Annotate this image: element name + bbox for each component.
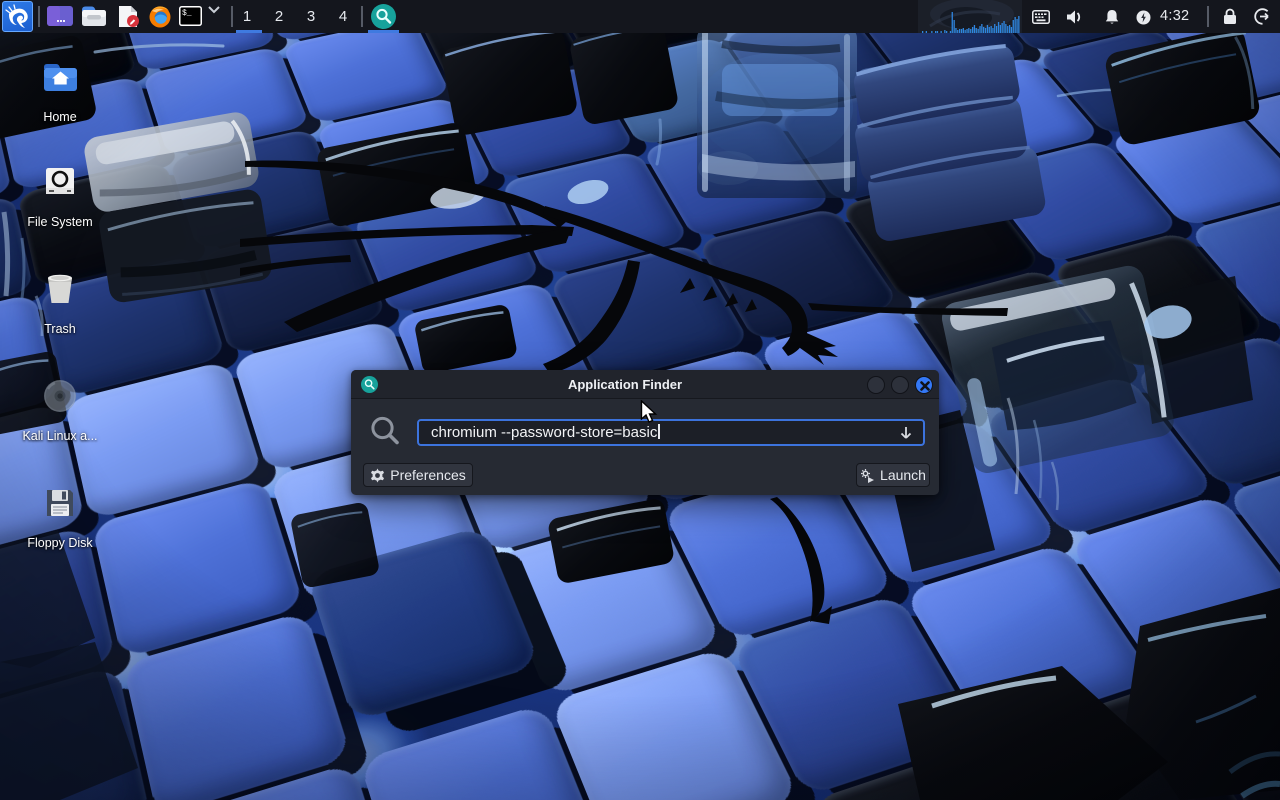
svg-text:$_: $_ (182, 9, 192, 18)
